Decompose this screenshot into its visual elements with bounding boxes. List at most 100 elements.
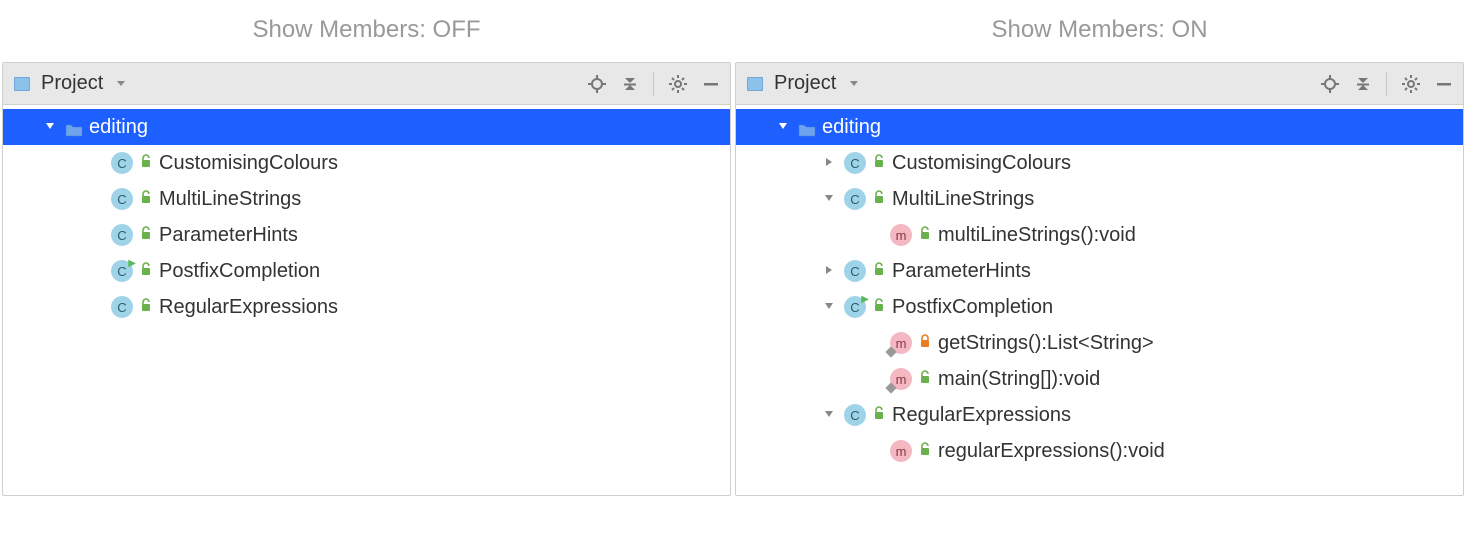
collapse-all-icon[interactable] [621,75,639,93]
lock-public-icon [139,152,153,175]
panel-title-off: Show Members: OFF [2,4,731,62]
lock-public-icon [918,368,932,391]
method-icon: m [890,332,912,354]
tree-row-class[interactable]: C MultiLineStrings [736,181,1463,217]
tool-window-header: Project [3,63,730,105]
tree-node-label: PostfixCompletion [892,296,1053,319]
tool-window-actions [587,72,720,96]
tree-row-class[interactable]: CMultiLineStrings [3,181,730,217]
class-icon: C [111,188,133,210]
project-icon [746,75,764,93]
settings-icon[interactable] [668,74,688,94]
class-icon: C▶ [844,296,866,318]
collapse-all-icon[interactable] [1354,75,1372,93]
tree-row-method[interactable]: m main(String[]):void [736,361,1463,397]
chevron-right-icon[interactable] [820,155,838,171]
tool-window-off: Project [2,62,731,496]
tree-row-class[interactable]: C ParameterHints [3,217,730,253]
chevron-right-icon[interactable] [820,263,838,279]
separator [1386,72,1387,96]
lock-public-icon [918,224,932,247]
folder-icon [798,120,816,134]
runnable-mark-icon: ▶ [861,294,869,305]
settings-icon[interactable] [1401,74,1421,94]
tree-row-class[interactable]: C CustomisingColours [736,145,1463,181]
tree-node-label: ParameterHints [159,224,298,247]
tool-window-header: Project [736,63,1463,105]
panel-on: Show Members: ON Project [735,4,1464,496]
tree-node-label: PostfixCompletion [159,260,320,283]
chevron-down-icon[interactable] [41,119,59,135]
tree-row-method[interactable]: m multiLineStrings():void [736,217,1463,253]
locate-icon[interactable] [587,74,607,94]
tree-row-class[interactable]: C▶ PostfixCompletion [736,289,1463,325]
project-tree[interactable]: editing C CustomisingColours C MultiLineStri… [736,105,1463,495]
tree-node-label: RegularExpressions [892,404,1071,427]
tree-node-label: MultiLineStrings [892,188,1034,211]
tree-row-method[interactable]: m regularExpressions():void [736,433,1463,469]
tree-row-class[interactable]: C▶ PostfixCompletion [3,253,730,289]
chevron-down-icon[interactable] [820,191,838,207]
chevron-down-icon[interactable] [820,299,838,315]
tree-node-label: editing [89,116,148,139]
panel-off: Show Members: OFF Project [2,4,731,496]
lock-public-icon [139,260,153,283]
class-icon: C [844,260,866,282]
project-tree[interactable]: editing C CustomisingColours CMultiLineStri… [3,105,730,495]
folder-icon [65,120,83,134]
lock-public-icon [872,296,886,319]
static-mark-icon [885,346,896,357]
lock-public-icon [872,188,886,211]
class-icon: C [844,152,866,174]
class-icon: C▶ [111,260,133,282]
hide-icon[interactable] [702,75,720,93]
tool-window-title: Project [774,72,836,95]
lock-public-icon [139,296,153,319]
tree-node-label: regularExpressions():void [938,440,1165,463]
lock-public-icon [872,260,886,283]
method-icon: m [890,224,912,246]
class-icon: C [844,404,866,426]
tree-row-class[interactable]: C RegularExpressions [736,397,1463,433]
tool-window-on: Project [735,62,1464,496]
tree-row-class[interactable]: C CustomisingColours [3,145,730,181]
lock-public-icon [872,152,886,175]
tree-node-label: editing [822,116,881,139]
panel-title-on: Show Members: ON [735,4,1464,62]
chevron-down-icon[interactable] [820,407,838,423]
lock-public-icon [139,224,153,247]
lock-public-icon [918,440,932,463]
tree-node-label: multiLineStrings():void [938,224,1136,247]
locate-icon[interactable] [1320,74,1340,94]
tree-node-label: ParameterHints [892,260,1031,283]
view-dropdown[interactable] [115,76,127,92]
hide-icon[interactable] [1435,75,1453,93]
class-icon: C [111,296,133,318]
tree-row-folder[interactable]: editing [736,109,1463,145]
chevron-down-icon[interactable] [774,119,792,135]
tree-row-method[interactable]: mgetStrings():List<String> [736,325,1463,361]
separator [653,72,654,96]
tree-row-class[interactable]: C RegularExpressions [3,289,730,325]
method-icon: m [890,368,912,390]
static-mark-icon [885,382,896,393]
lock-private-icon [918,332,932,355]
tree-row-class[interactable]: C ParameterHints [736,253,1463,289]
tree-node-label: RegularExpressions [159,296,338,319]
class-icon: C [844,188,866,210]
class-icon: C [111,224,133,246]
runnable-mark-icon: ▶ [128,258,136,269]
lock-public-icon [139,188,153,211]
lock-public-icon [872,404,886,427]
tool-window-title: Project [41,72,103,95]
class-icon: C [111,152,133,174]
project-icon [13,75,31,93]
tree-row-folder[interactable]: editing [3,109,730,145]
tree-node-label: CustomisingColours [892,152,1071,175]
comparison-container: Show Members: OFF Project [0,0,1466,500]
view-dropdown[interactable] [848,76,860,92]
tree-node-label: main(String[]):void [938,368,1100,391]
tool-window-actions [1320,72,1453,96]
tree-node-label: CustomisingColours [159,152,338,175]
method-icon: m [890,440,912,462]
